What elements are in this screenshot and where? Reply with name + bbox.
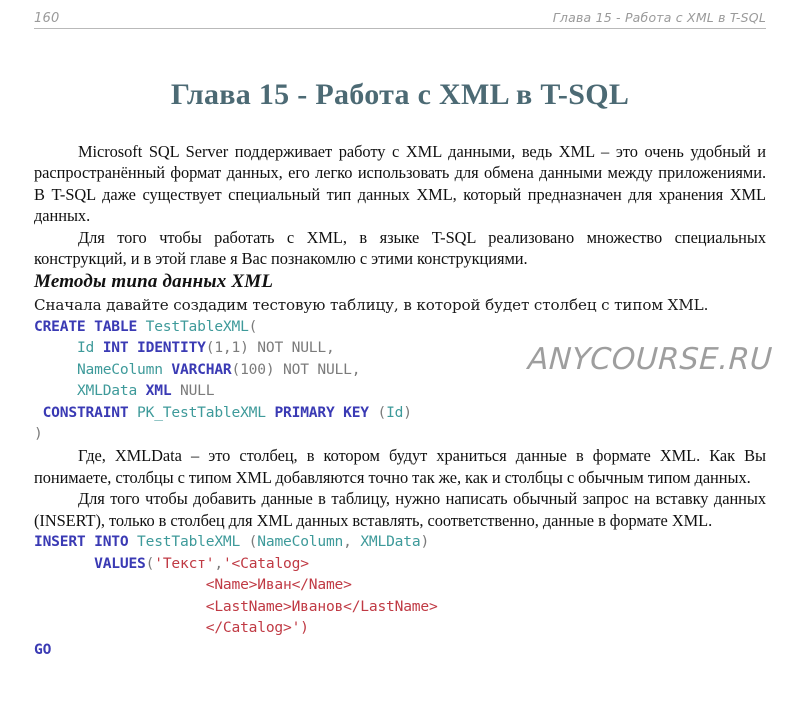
code-block-create-table: CREATE TABLE TestTableXML( Id INT IDENTI… xyxy=(34,316,766,446)
code-token-str: <Name>Иван</Name> xyxy=(205,576,352,594)
code-token-pl: NULL xyxy=(180,382,215,400)
page-running-header: 160 Глава 15 - Работа с XML в T-SQL xyxy=(34,10,766,29)
chapter-title: Глава 15 - Работа с XML в T-SQL xyxy=(170,78,630,111)
code-token-pl: ( xyxy=(145,554,155,572)
code-token-id: NameColumn xyxy=(76,360,172,378)
code-token-id: TestTableXML xyxy=(137,533,249,551)
code-token-id: Id xyxy=(386,403,404,421)
code-token-kw: INT IDENTITY xyxy=(102,339,206,357)
header-chapter-reference: Глава 15 - Работа с XML в T-SQL xyxy=(552,10,766,25)
code-token-kw: GO xyxy=(34,641,52,659)
code-token-pl: ) xyxy=(34,425,43,443)
code-token-pl: ( xyxy=(248,533,258,551)
code-token-kw: CONSTRAINT xyxy=(42,403,138,421)
code-block-go: GO xyxy=(34,639,766,661)
paragraph-xmldata-explanation: Где, XMLData – это столбец, в котором бу… xyxy=(34,446,766,487)
code-token-pl: ) xyxy=(403,403,412,421)
code-token-id: Id xyxy=(76,339,103,357)
code-token-pl: (100) xyxy=(231,360,284,378)
code-token-pl: ( xyxy=(248,317,258,335)
code-token-pl: (1,1) xyxy=(205,339,258,357)
code-token-kw: XML xyxy=(145,382,180,400)
code-token-pl: ( xyxy=(377,403,387,421)
code-token-id: PK_TestTableXML xyxy=(137,403,275,421)
code-token-pl: NOT NULL, xyxy=(257,339,335,357)
section-heading-xml-methods: Методы типа данных XML xyxy=(34,270,274,292)
code-token-pl: , xyxy=(343,533,361,551)
code-token-kw: PRIMARY KEY xyxy=(274,403,378,421)
code-token-kw: VALUES xyxy=(94,554,146,572)
code-token-str: </Catalog>') xyxy=(205,619,309,637)
code-token-kw: INSERT INTO xyxy=(34,533,138,551)
code-block-insert-into: INSERT INTO TestTableXML (NameColumn, XM… xyxy=(34,531,766,639)
paragraph-insert-explanation: Для того чтобы добавить данные в таблицу… xyxy=(34,489,766,530)
code-token-str: 'Текст' xyxy=(154,554,215,572)
code-token-kw: CREATE TABLE xyxy=(34,317,146,335)
code-token-id: TestTableXML xyxy=(145,317,249,335)
page-content: Глава 15 - Работа с XML в T-SQL Microsof… xyxy=(34,78,766,661)
code-token-str: '<Catalog> xyxy=(222,554,309,572)
code-token-id: XMLData xyxy=(360,533,421,551)
code-token-id: NameColumn xyxy=(257,533,344,551)
section-lead-line: Сначала давайте создадим тестовую таблиц… xyxy=(34,295,709,314)
page-number: 160 xyxy=(34,11,60,26)
code-token-kw: VARCHAR xyxy=(171,360,232,378)
code-token-str: <LastName>Иванов</LastName> xyxy=(205,597,438,615)
paragraph-intro-1: Microsoft SQL Server поддерживает работу… xyxy=(34,141,766,226)
code-token-pl: ) xyxy=(420,533,430,551)
paragraph-intro-2: Для того чтобы работать с XML, в языке T… xyxy=(34,227,766,269)
code-token-pl: , xyxy=(214,554,223,572)
code-token-id: XMLData xyxy=(76,382,146,400)
document-page: { "header": { "page_number": "160", "cha… xyxy=(0,0,800,724)
code-token-pl: NOT NULL, xyxy=(283,360,361,378)
